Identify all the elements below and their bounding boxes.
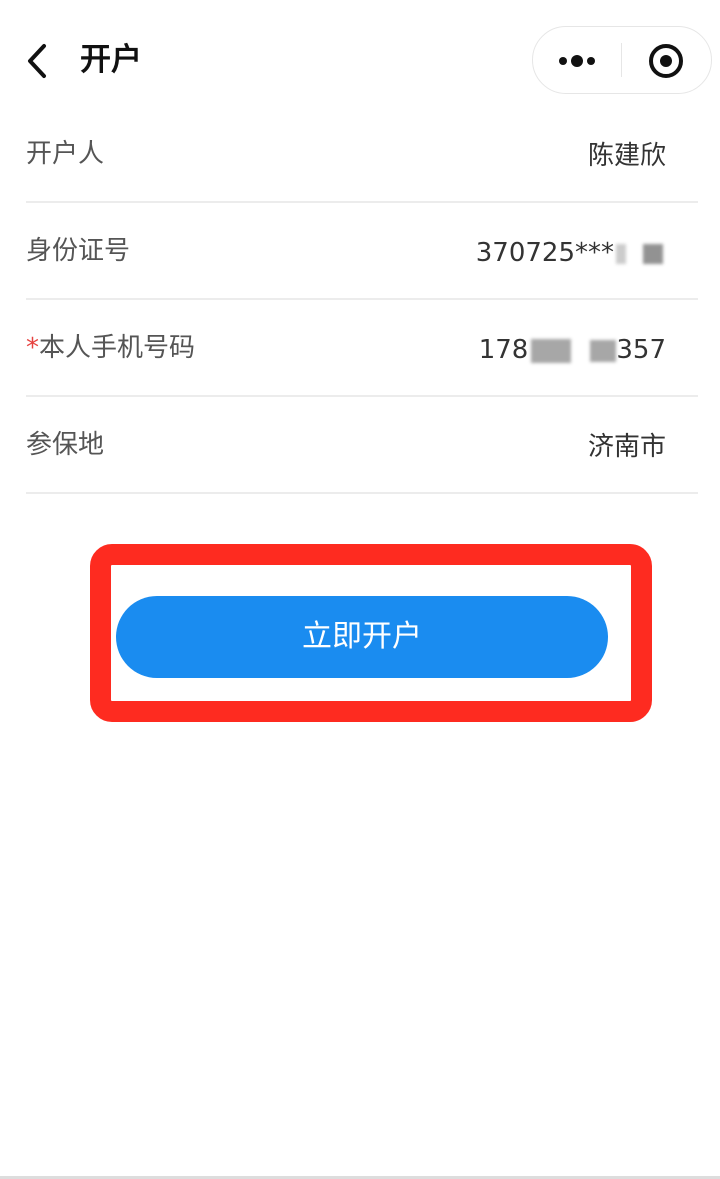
navigation-bar: 开户: [0, 0, 720, 120]
required-mark: *: [26, 333, 39, 363]
page-title: 开户: [80, 42, 142, 78]
phone-number-value: 178 357: [479, 330, 666, 370]
id-number-row: 身份证号 370725***: [26, 203, 698, 300]
account-form: 开户人 陈建欣 身份证号 370725*** *本人手机号码 178 357 参保…: [26, 106, 698, 494]
open-account-button[interactable]: 立即开户: [116, 596, 608, 678]
id-number-mask: [616, 243, 626, 264]
target-circle-icon: [649, 44, 683, 78]
id-number-mask: [643, 243, 663, 264]
phone-number-mask: [590, 339, 617, 362]
phone-number-label-text: 本人手机号码: [39, 333, 196, 363]
page: 开户 开户人 陈建欣 身份证号 370725*** *本人手机号码 178 35…: [0, 0, 720, 1179]
phone-number-prefix: 178: [478, 335, 529, 365]
insured-location-row: 参保地 济南市: [26, 397, 698, 494]
id-number-prefix: 370725***: [475, 238, 614, 268]
chevron-left-icon: [28, 44, 46, 78]
account-holder-value: 陈建欣: [587, 141, 666, 171]
id-number-label: 身份证号: [26, 236, 131, 266]
id-number-value: 370725***: [476, 233, 666, 273]
phone-number-suffix: 357: [616, 335, 666, 365]
close-button[interactable]: [622, 27, 711, 93]
insured-location-value: 济南市: [587, 432, 666, 462]
account-holder-label: 开户人: [26, 139, 105, 169]
account-holder-row: 开户人 陈建欣: [26, 106, 698, 203]
more-button[interactable]: [533, 27, 621, 93]
back-button[interactable]: [18, 36, 64, 86]
mini-program-capsule: [532, 26, 712, 94]
phone-number-label: *本人手机号码: [26, 328, 195, 368]
phone-number-row: *本人手机号码 178 357: [26, 300, 698, 397]
phone-number-mask: [531, 338, 572, 363]
insured-location-label: 参保地: [26, 430, 105, 460]
more-dots-icon: [559, 55, 595, 67]
